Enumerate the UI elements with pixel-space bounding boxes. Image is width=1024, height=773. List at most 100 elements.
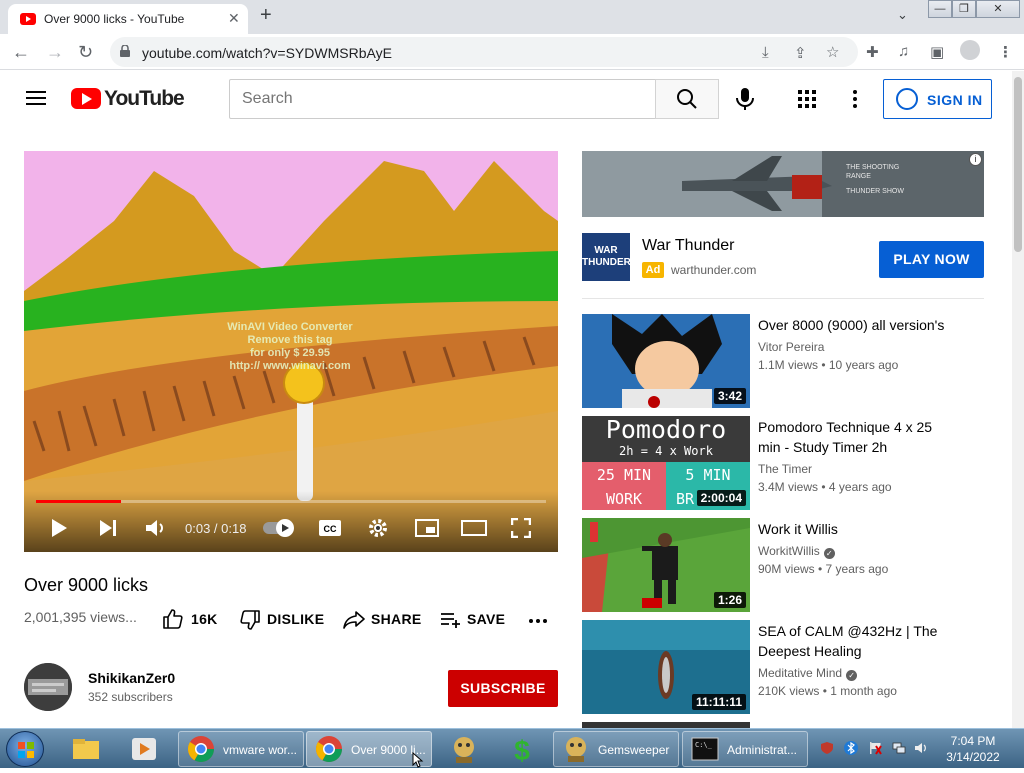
recommendation-meta: 90M views • 7 years ago	[758, 562, 889, 576]
thumbnail-text-left: 25 MIN WORK	[582, 463, 666, 510]
bookmark-star-icon[interactable]: ☆	[826, 43, 839, 61]
recommendation-title[interactable]: SEA of CALM @432Hz | The Deepest Healing	[758, 621, 958, 661]
theater-mode-icon[interactable]	[461, 520, 487, 536]
channel-avatar[interactable]	[24, 663, 72, 711]
taskbar-task[interactable]: C:\_ Administrat...	[682, 731, 808, 767]
play-icon[interactable]	[50, 518, 68, 538]
file-explorer-icon[interactable]	[70, 733, 102, 765]
svg-text:CC: CC	[324, 524, 337, 534]
extensions-icon[interactable]: ✚	[866, 43, 879, 61]
dollar-app-icon[interactable]: $	[506, 733, 538, 765]
system-clock[interactable]: 7:04 PM 3/14/2022	[942, 733, 1004, 765]
autoplay-toggle-icon[interactable]	[262, 518, 296, 538]
share-page-icon[interactable]: ⇪	[794, 44, 807, 62]
taskbar-task-label: Gemsweeper	[598, 743, 670, 757]
address-bar[interactable]: youtube.com/watch?v=SYDWMSRbAyE ⤓ ⇪ ☆	[110, 37, 858, 67]
close-tab-icon[interactable]: ✕	[228, 10, 240, 27]
clock-time: 7:04 PM	[950, 734, 996, 748]
network-tray-icon[interactable]	[892, 741, 906, 755]
ad-advertiser-logo[interactable]: WAR THUNDER	[582, 233, 631, 281]
video-thumbnail[interactable]: 1:26	[582, 518, 750, 612]
recommendation-channel[interactable]: Meditative Mind ✓	[758, 666, 858, 681]
recommendation-channel[interactable]: Vitor Pereira	[758, 340, 824, 354]
recommendation-channel[interactable]: The Timer	[758, 462, 812, 476]
taskbar-task[interactable]: Gemsweeper	[553, 731, 679, 767]
speaker-volume-icon[interactable]	[914, 741, 928, 755]
youtube-wordmark[interactable]: YouTube	[104, 87, 185, 111]
sign-in-button[interactable]: SIGN IN	[883, 79, 992, 119]
windows-taskbar: vmware wor... Over 9000 li... $ Gemsweep…	[0, 728, 1024, 768]
video-duration: 1:26	[713, 592, 746, 608]
save-button[interactable]: SAVE	[440, 608, 510, 632]
subscribe-button[interactable]: SUBSCRIBE	[448, 670, 558, 707]
share-label: SHARE	[371, 611, 422, 627]
forward-icon[interactable]: →	[46, 42, 64, 63]
progress-bar[interactable]	[36, 500, 546, 503]
browser-tab[interactable]: Over 9000 licks - YouTube ✕	[8, 4, 248, 34]
more-actions-icon[interactable]	[529, 619, 547, 623]
media-control-icon[interactable]: ♫	[898, 43, 909, 60]
youtube-logo-icon[interactable]	[71, 88, 101, 109]
ad-info-icon[interactable]: i	[969, 153, 982, 166]
recommendation-item[interactable]: 3:42 Over 8000 (9000) all version's Vito…	[582, 314, 984, 408]
start-button[interactable]	[6, 731, 44, 767]
recommendation-title[interactable]: Pomodoro Technique 4 x 25 min - Study Ti…	[758, 417, 958, 457]
ad-banner-image[interactable]: THE SHOOTING RANGE THUNDER SHOW	[582, 151, 984, 217]
settings-gear-icon[interactable]	[367, 517, 389, 539]
minimize-window-button[interactable]: —	[928, 0, 952, 18]
view-count[interactable]: 2,001,395 views...	[24, 609, 137, 625]
miniplayer-icon[interactable]	[415, 519, 439, 537]
action-center-flag-icon[interactable]	[868, 741, 882, 755]
shield-tray-icon[interactable]	[820, 741, 834, 755]
thumbnail-text-left-2: WORK	[605, 490, 643, 508]
video-thumbnail[interactable]: 11:11:11	[582, 620, 750, 714]
channel-name[interactable]: ShikikanZer0	[88, 670, 175, 686]
verified-check-icon: ✓	[823, 548, 835, 559]
recommendation-channel-name: Meditative Mind	[758, 666, 843, 680]
play-now-button[interactable]: PLAY NOW	[879, 241, 984, 278]
tab-search-chevron-icon[interactable]: ⌄	[897, 7, 908, 23]
install-app-icon[interactable]: ⤓	[762, 44, 769, 61]
like-button[interactable]: 16K	[163, 608, 223, 632]
search-box[interactable]	[229, 79, 656, 119]
reload-icon[interactable]: ↻	[78, 42, 93, 63]
ad-title[interactable]: War Thunder	[642, 237, 734, 255]
ad-banner-line: THE SHOOTING	[846, 164, 900, 171]
watermark-line: WinAVI Video Converter	[227, 321, 353, 333]
video-thumbnail[interactable]: 3:42	[582, 314, 750, 408]
side-panel-icon[interactable]: ▣	[930, 43, 944, 61]
recommendation-item[interactable]: Pomodoro 2h = 4 x Work 25 MIN WORK 5 MIN B…	[582, 416, 984, 510]
recommendation-title[interactable]: Over 8000 (9000) all version's	[758, 315, 958, 335]
taskbar-task[interactable]: vmware wor...	[178, 731, 304, 767]
recommendation-channel[interactable]: WorkitWillis ✓	[758, 544, 835, 559]
media-player-icon[interactable]	[128, 733, 160, 765]
more-options-icon[interactable]	[852, 89, 858, 109]
profile-avatar-icon[interactable]	[960, 40, 980, 60]
microphone-icon[interactable]	[734, 87, 756, 111]
recommendation-item[interactable]: 11:11:11 SEA of CALM @432Hz | The Deepes…	[582, 620, 984, 714]
video-player[interactable]: WinAVI Video Converter Remove this tag f…	[24, 151, 558, 552]
volume-icon[interactable]	[145, 518, 167, 538]
search-button[interactable]	[655, 79, 719, 119]
restore-window-button[interactable]: ❐	[952, 0, 976, 18]
search-input[interactable]	[230, 80, 655, 118]
close-window-button[interactable]: ✕	[976, 0, 1020, 18]
apps-grid-icon[interactable]	[798, 90, 816, 108]
browser-menu-icon[interactable]: ⋮	[998, 43, 1013, 61]
video-thumbnail[interactable]: Pomodoro 2h = 4 x Work 25 MIN WORK 5 MIN B…	[582, 416, 750, 510]
recommendation-item[interactable]: 1:26 Work it Willis WorkitWillis ✓ 90M vi…	[582, 518, 984, 612]
hamburger-menu-icon[interactable]	[26, 91, 46, 105]
next-video-icon[interactable]	[98, 519, 118, 537]
share-button[interactable]: SHARE	[343, 608, 423, 632]
subtitles-icon[interactable]: CC	[318, 519, 342, 537]
gemsweeper-app-icon[interactable]	[448, 733, 480, 765]
bluetooth-tray-icon[interactable]	[844, 741, 858, 755]
back-icon[interactable]: ←	[12, 42, 30, 63]
fullscreen-icon[interactable]	[511, 518, 531, 538]
page-scrollbar[interactable]	[1012, 71, 1024, 728]
recommendation-title[interactable]: Work it Willis	[758, 519, 958, 539]
scrollbar-thumb[interactable]	[1014, 77, 1022, 252]
dislike-button[interactable]: DISLIKE	[240, 608, 326, 632]
url-text: youtube.com/watch?v=SYDWMSRbAyE	[142, 45, 392, 61]
new-tab-button[interactable]: +	[260, 4, 272, 27]
